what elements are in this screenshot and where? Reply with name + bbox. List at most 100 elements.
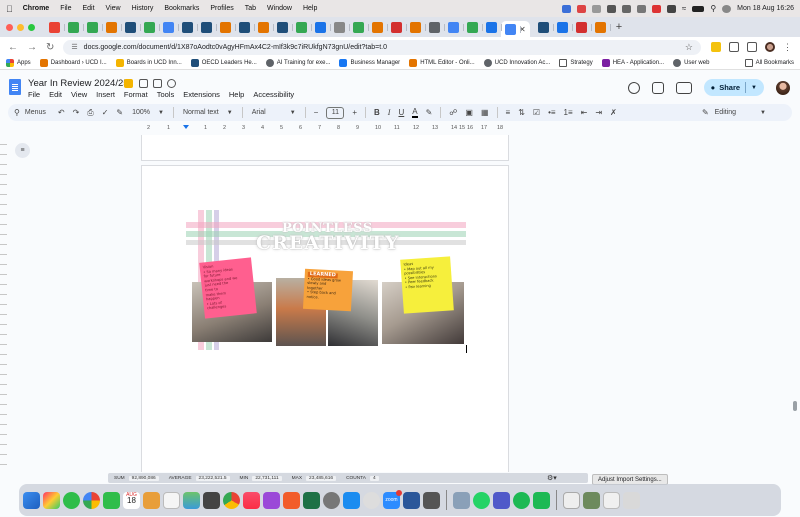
- app-icon[interactable]: [453, 491, 470, 509]
- whatsapp-icon[interactable]: [473, 491, 490, 509]
- account-avatar[interactable]: [776, 80, 790, 95]
- bookmark-item[interactable]: User web: [673, 59, 709, 67]
- tab-favicon[interactable]: [353, 21, 369, 33]
- tab-favicon[interactable]: [182, 21, 198, 33]
- tab-favicon[interactable]: [163, 21, 179, 33]
- image-stack-icon[interactable]: [583, 491, 600, 509]
- settings-gear-icon[interactable]: ⚙▾: [547, 474, 557, 482]
- zoom-window-button[interactable]: [28, 23, 35, 31]
- style-select[interactable]: Normal text ▼: [183, 109, 233, 116]
- tray-app-icon[interactable]: [636, 4, 646, 13]
- tray-app-icon[interactable]: [576, 4, 586, 13]
- italic-icon[interactable]: I: [388, 108, 391, 117]
- vertical-ruler[interactable]: [0, 135, 7, 472]
- tab-favicon[interactable]: [315, 21, 331, 33]
- forward-icon[interactable]: →: [27, 42, 37, 53]
- spellcheck-icon[interactable]: ✓: [102, 108, 109, 117]
- tab-favicon[interactable]: [296, 21, 312, 33]
- cloud-status-icon[interactable]: [167, 79, 176, 88]
- side-panel-icon[interactable]: [747, 42, 757, 52]
- control-center-icon[interactable]: [722, 4, 732, 13]
- document-page[interactable]: [141, 135, 509, 161]
- print-icon[interactable]: ⎙: [87, 108, 93, 118]
- bulleted-list-icon[interactable]: •≡: [548, 108, 555, 117]
- new-tab-button[interactable]: +: [616, 21, 622, 33]
- tab-sheets[interactable]: [87, 21, 103, 33]
- music-icon[interactable]: [243, 491, 260, 509]
- menu-profiles[interactable]: Profiles: [210, 5, 233, 12]
- tab-favicon[interactable]: [372, 21, 388, 33]
- app-icon[interactable]: [203, 491, 220, 509]
- reminders-icon[interactable]: [163, 491, 180, 509]
- scrollbar-thumb[interactable]: [793, 401, 797, 411]
- downloads-stack-icon[interactable]: [603, 491, 620, 509]
- text-color-icon[interactable]: A: [412, 107, 418, 118]
- extensions-puzzle-icon[interactable]: [729, 42, 739, 52]
- increase-indent-icon[interactable]: ⇥: [595, 108, 602, 117]
- tab-favicon[interactable]: [201, 21, 217, 33]
- menus-search[interactable]: ⚲ Menus: [14, 108, 46, 117]
- maps-icon[interactable]: [183, 491, 200, 509]
- app-store-icon[interactable]: [343, 491, 360, 509]
- tab-favicon[interactable]: [467, 21, 483, 33]
- tab-favicon[interactable]: [239, 21, 255, 33]
- apple-icon[interactable]: : [6, 4, 13, 14]
- tab-favicon[interactable]: [448, 21, 464, 33]
- star-icon[interactable]: [139, 79, 148, 88]
- docs-menu-tools[interactable]: Tools: [157, 90, 175, 99]
- tab-sheets[interactable]: [68, 21, 84, 33]
- bookmark-item[interactable]: Business Manager: [339, 59, 400, 67]
- docs-logo-icon[interactable]: [9, 79, 21, 95]
- tab-favicon[interactable]: [277, 21, 293, 33]
- decrease-indent-icon[interactable]: ⇤: [581, 108, 588, 117]
- version-history-icon[interactable]: [627, 81, 640, 94]
- tab-gmail[interactable]: [49, 21, 65, 33]
- tab-favicon[interactable]: [220, 21, 236, 33]
- tab-favicon[interactable]: [537, 21, 554, 33]
- editing-mode-select[interactable]: ✎ Editing ▼: [702, 108, 766, 117]
- site-info-icon[interactable]: ☰: [71, 43, 77, 51]
- tab-favicon[interactable]: [144, 21, 160, 33]
- bookmark-star-icon[interactable]: ☆: [685, 42, 693, 53]
- undo-icon[interactable]: ↶: [58, 108, 65, 117]
- document-outline-button[interactable]: ≡: [15, 143, 30, 158]
- tab-favicon[interactable]: [556, 21, 573, 33]
- tray-app-icon[interactable]: [666, 4, 676, 13]
- battery-icon[interactable]: [692, 5, 705, 12]
- numbered-list-icon[interactable]: 1≡: [564, 108, 573, 117]
- reload-icon[interactable]: ↻: [46, 42, 54, 53]
- insert-link-icon[interactable]: ☍: [449, 108, 457, 117]
- notes-icon[interactable]: [143, 491, 160, 509]
- docs-menu-file[interactable]: File: [28, 90, 40, 99]
- bookmark-apps[interactable]: Apps: [6, 59, 31, 67]
- podcasts-icon[interactable]: [263, 491, 280, 509]
- bookmark-folder[interactable]: Strategy: [559, 59, 593, 67]
- launchpad-icon[interactable]: [43, 491, 60, 509]
- tray-app-icon[interactable]: [606, 4, 616, 13]
- numbers-icon[interactable]: [533, 491, 550, 509]
- menu-tab[interactable]: Tab: [245, 5, 256, 12]
- menu-app-name[interactable]: Chrome: [23, 5, 49, 12]
- docs-menu-format[interactable]: Format: [124, 90, 148, 99]
- font-size-input[interactable]: 11: [326, 106, 345, 119]
- docs-menu-insert[interactable]: Insert: [96, 90, 115, 99]
- menu-edit[interactable]: Edit: [82, 5, 94, 12]
- address-bar[interactable]: ☰ docs.google.com/document/d/1X87oAodtc0…: [63, 39, 701, 55]
- redo-icon[interactable]: ↷: [73, 108, 80, 117]
- menu-view[interactable]: View: [106, 5, 121, 12]
- all-bookmarks-button[interactable]: All Bookmarks: [744, 59, 794, 67]
- insert-comment-icon[interactable]: ▣: [465, 108, 473, 117]
- messages-icon[interactable]: [63, 491, 80, 509]
- excel-icon[interactable]: [303, 491, 320, 509]
- system-settings-icon[interactable]: [323, 491, 340, 509]
- docs-menu-view[interactable]: View: [71, 90, 87, 99]
- document-title[interactable]: Year In Review 2024/25: [28, 78, 129, 89]
- tab-favicon[interactable]: [575, 21, 592, 33]
- document-stack-icon[interactable]: [563, 491, 580, 509]
- checklist-icon[interactable]: ☑: [533, 108, 540, 117]
- paint-format-icon[interactable]: ✎: [116, 108, 123, 117]
- tab-favicon[interactable]: [391, 21, 407, 33]
- word-icon[interactable]: [403, 491, 420, 509]
- underline-icon[interactable]: U: [398, 108, 404, 117]
- menu-history[interactable]: History: [132, 5, 154, 12]
